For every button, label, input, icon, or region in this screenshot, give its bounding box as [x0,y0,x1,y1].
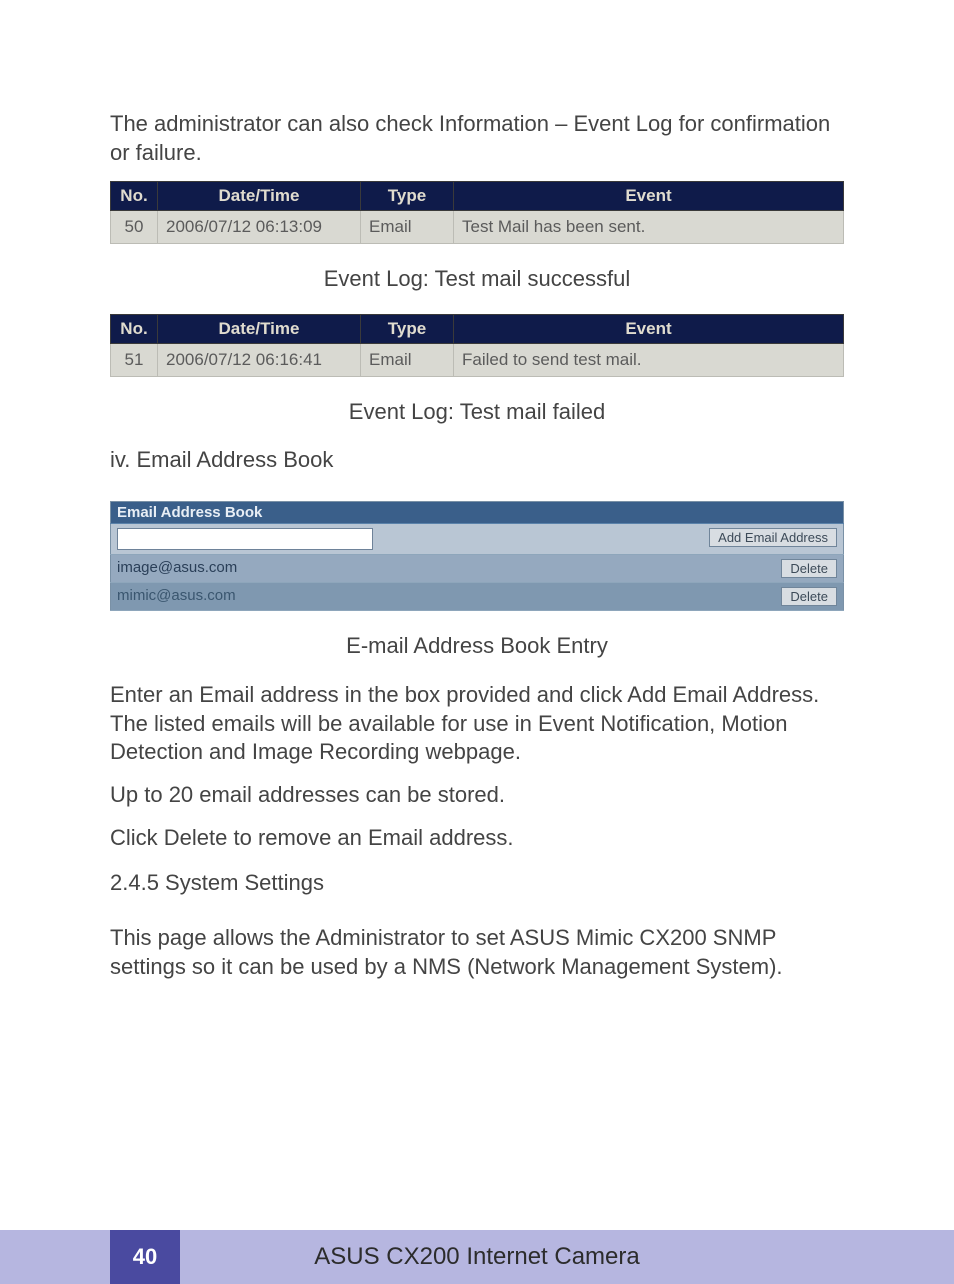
email-entry: image@asus.com [117,559,237,576]
page-footer: 40 ASUS CX200 Internet Camera [0,1230,954,1284]
table-row: 50 2006/07/12 06:13:09 Email Test Mail h… [111,211,844,244]
delete-button[interactable]: Delete [781,559,837,578]
col-no: No. [111,315,158,344]
paragraph-delete: Click Delete to remove an Email address. [110,824,844,853]
cell-datetime: 2006/07/12 06:16:41 [158,344,361,377]
email-address-book: Email Address Book Add Email Address ima… [110,501,844,611]
col-type: Type [361,315,454,344]
section-iv-heading: iv. Email Address Book [110,447,844,473]
subsection-text: This page allows the Administrator to se… [110,924,844,981]
paragraph-instructions: Enter an Email address in the box provid… [110,681,844,767]
caption-success: Event Log: Test mail successful [110,266,844,292]
email-input[interactable] [117,528,373,550]
address-book-title: Email Address Book [111,502,844,524]
caption-address-book: E-mail Address Book Entry [110,633,844,659]
add-email-button[interactable]: Add Email Address [709,528,837,547]
cell-event: Test Mail has been sent. [454,211,844,244]
col-type: Type [361,182,454,211]
delete-button[interactable]: Delete [781,587,837,606]
subsection-heading: 2.4.5 System Settings [110,870,844,896]
col-event: Event [454,182,844,211]
caption-failed: Event Log: Test mail failed [110,399,844,425]
cell-no: 51 [111,344,158,377]
event-log-table-failed: No. Date/Time Type Event 51 2006/07/12 0… [110,314,844,377]
cell-type: Email [361,211,454,244]
cell-type: Email [361,344,454,377]
table-row: 51 2006/07/12 06:16:41 Email Failed to s… [111,344,844,377]
col-event: Event [454,315,844,344]
intro-paragraph: The administrator can also check Informa… [110,110,844,167]
email-entry: mimic@asus.com [117,587,236,604]
paragraph-limit: Up to 20 email addresses can be stored. [110,781,844,810]
col-no: No. [111,182,158,211]
cell-datetime: 2006/07/12 06:13:09 [158,211,361,244]
col-datetime: Date/Time [158,182,361,211]
page-number: 40 [110,1230,180,1284]
cell-no: 50 [111,211,158,244]
cell-event: Failed to send test mail. [454,344,844,377]
footer-title: ASUS CX200 Internet Camera [180,1230,954,1284]
col-datetime: Date/Time [158,315,361,344]
event-log-table-success: No. Date/Time Type Event 50 2006/07/12 0… [110,181,844,244]
